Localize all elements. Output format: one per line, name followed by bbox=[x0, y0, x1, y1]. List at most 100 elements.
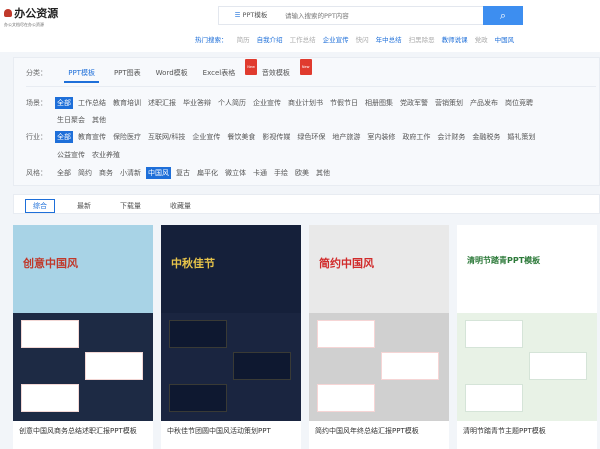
hot-searches: 热门搜索： 简历 自我介绍 工作总结 企业宣传 快闪 年中总结 扫黑除恶 教师说课 党政 中国风 bbox=[195, 34, 521, 44]
filter-option[interactable]: 全部 bbox=[55, 131, 73, 143]
filter-option[interactable]: 影视传媒 bbox=[260, 131, 292, 143]
slide-preview bbox=[465, 320, 523, 348]
filter-option[interactable]: 产品发布 bbox=[468, 97, 500, 109]
filter-option[interactable]: 互联网/科技 bbox=[146, 131, 187, 143]
filter-option[interactable]: 婚礼策划 bbox=[505, 131, 537, 143]
card-title[interactable]: 创意中国风商务总结述职汇报PPT模板 bbox=[13, 421, 153, 441]
hot-search-link[interactable]: 中国风 bbox=[495, 36, 515, 44]
filter-option[interactable]: 营销策划 bbox=[433, 97, 465, 109]
card-thumbnail[interactable]: 创意中国风 bbox=[13, 225, 153, 421]
card-thumbnail[interactable]: 中秋佳节 bbox=[161, 225, 301, 421]
filter-option[interactable]: 小清新 bbox=[118, 167, 143, 179]
category-tab[interactable]: Word模板 bbox=[156, 65, 188, 81]
filter-option[interactable]: 简约 bbox=[76, 167, 94, 179]
filter-option[interactable]: 节假节日 bbox=[328, 97, 360, 109]
hot-search-link[interactable]: 年中总结 bbox=[376, 36, 402, 44]
new-badge: New bbox=[245, 59, 257, 75]
category-tab-label: Excel表格 bbox=[202, 69, 236, 77]
template-card[interactable]: 简约中国风 简约中国风年终总结汇报PPT模板 bbox=[309, 225, 449, 449]
hot-search-link[interactable]: 教师说课 bbox=[442, 36, 468, 44]
hot-search-link[interactable]: 快闪 bbox=[356, 36, 369, 44]
filter-option[interactable]: 生日聚会 bbox=[55, 114, 87, 126]
hot-search-link[interactable]: 简历 bbox=[237, 36, 250, 44]
slide-preview bbox=[317, 320, 375, 348]
logo-title: 办公资源 bbox=[14, 7, 59, 20]
filter-option[interactable]: 述职汇报 bbox=[146, 97, 178, 109]
filter-option[interactable]: 企业宣传 bbox=[251, 97, 283, 109]
style-row: 风格： 全部 简约 商务 小清新 中国风 复古 扁平化 微立体 卡通 手绘 欧美 其他 bbox=[26, 167, 596, 179]
template-card[interactable]: 中秋佳节 中秋佳节团圆中国风活动策划PPT bbox=[161, 225, 301, 449]
sort-option[interactable]: 下载量 bbox=[113, 200, 148, 212]
search-icon: ⌕ bbox=[499, 9, 507, 22]
card-title[interactable]: 清明节踏青节主题PPT模板 bbox=[457, 421, 597, 441]
filter-option[interactable]: 党政军警 bbox=[398, 97, 430, 109]
category-tab-label: PPT图表 bbox=[113, 69, 141, 77]
search-button[interactable]: ⌕ bbox=[483, 6, 523, 25]
filter-option[interactable]: 手绘 bbox=[272, 167, 290, 179]
hot-search-link[interactable]: 自我介绍 bbox=[257, 36, 283, 44]
category-tab[interactable]: PPT图表 bbox=[114, 65, 141, 81]
filter-option[interactable]: 餐饮美食 bbox=[225, 131, 257, 143]
filter-option[interactable]: 微立体 bbox=[223, 167, 248, 179]
scene-row: 场景： 全部 工作总结 教育培训 述职汇报 毕业答辩 个人简历 企业宣传 商业计划书 节假节日 相册… bbox=[26, 97, 596, 109]
category-tab[interactable]: 音效模板 New bbox=[262, 59, 312, 82]
filter-option[interactable]: 相册图集 bbox=[363, 97, 395, 109]
template-card[interactable]: 清明节踏青PPT模板清明节踏青节主题PPT模板 bbox=[457, 225, 597, 449]
card-thumbnail[interactable]: 清明节踏青PPT模板 bbox=[457, 225, 597, 421]
logo[interactable]: 办公资源 办公文档尽在办公资源 bbox=[4, 5, 58, 28]
search-input[interactable] bbox=[285, 7, 455, 24]
filter-option[interactable]: 金融税务 bbox=[470, 131, 502, 143]
filter-option[interactable]: 地产旅游 bbox=[330, 131, 362, 143]
filter-option[interactable]: 保险医疗 bbox=[111, 131, 143, 143]
slide-preview bbox=[169, 384, 227, 412]
filter-option[interactable]: 全部 bbox=[55, 97, 73, 109]
card-title[interactable]: 中秋佳节团圆中国风活动策划PPT bbox=[161, 421, 301, 441]
style-label: 风格： bbox=[26, 169, 47, 177]
category-tab-label: PPT模板 bbox=[68, 69, 95, 77]
filter-option[interactable]: 教育宣传 bbox=[76, 131, 108, 143]
filter-option[interactable]: 室内装修 bbox=[365, 131, 397, 143]
template-card[interactable]: 创意中国风 创意中国风商务总结述职汇报PPT模板 bbox=[13, 225, 153, 449]
sort-option[interactable]: 最新 bbox=[70, 200, 98, 212]
category-tab[interactable]: PPT模板 bbox=[64, 65, 99, 83]
hot-search-link[interactable]: 工作总结 bbox=[290, 36, 316, 44]
filter-option[interactable]: 会计财务 bbox=[435, 131, 467, 143]
hot-label: 热门搜索： bbox=[195, 36, 228, 44]
category-tab[interactable]: Excel表格 New bbox=[202, 59, 257, 82]
filter-option[interactable]: 毕业答辩 bbox=[181, 97, 213, 109]
card-title[interactable]: 简约中国风年终总结汇报PPT模板 bbox=[309, 421, 449, 441]
filter-option[interactable]: 商业计划书 bbox=[286, 97, 325, 109]
hot-search-link[interactable]: 扫黑除恶 bbox=[409, 36, 435, 44]
sort-option[interactable]: 综合 bbox=[25, 199, 55, 213]
slide-preview bbox=[233, 352, 291, 380]
card-thumbnail[interactable]: 简约中国风 bbox=[309, 225, 449, 421]
filter-option[interactable]: 商务 bbox=[97, 167, 115, 179]
filter-option[interactable]: 企业宣传 bbox=[190, 131, 222, 143]
filter-option[interactable]: 卡通 bbox=[251, 167, 269, 179]
filter-option[interactable]: 全部 bbox=[55, 167, 73, 179]
sort-bar: 综合 最新 下载量 收藏量 bbox=[13, 194, 600, 214]
filter-option[interactable]: 工作总结 bbox=[76, 97, 108, 109]
filter-option[interactable]: 复古 bbox=[174, 167, 192, 179]
filter-option[interactable]: 政府工作 bbox=[400, 131, 432, 143]
filter-option[interactable]: 公益宣传 bbox=[55, 149, 87, 161]
filter-option[interactable]: 教育培训 bbox=[111, 97, 143, 109]
filter-option[interactable]: 其他 bbox=[90, 114, 108, 126]
filter-option[interactable]: 农业养殖 bbox=[90, 149, 122, 161]
filter-option[interactable]: 绿色环保 bbox=[295, 131, 327, 143]
sort-option[interactable]: 收藏量 bbox=[163, 200, 198, 212]
industry-row-2: 公益宣传 农业养殖 bbox=[26, 149, 596, 161]
slide-preview bbox=[169, 320, 227, 348]
slide-preview bbox=[317, 384, 375, 412]
filter-option[interactable]: 岗位竞聘 bbox=[503, 97, 535, 109]
hot-search-link[interactable]: 党政 bbox=[475, 36, 488, 44]
hot-search-link[interactable]: 企业宣传 bbox=[323, 36, 349, 44]
filter-option[interactable]: 个人简历 bbox=[216, 97, 248, 109]
filter-option[interactable]: 扁平化 bbox=[195, 167, 220, 179]
slide-preview bbox=[21, 384, 79, 412]
search-category-dropdown[interactable]: ☰ PPT模板 bbox=[219, 7, 283, 24]
filter-option[interactable]: 欧美 bbox=[293, 167, 311, 179]
cover-title: 清明节踏青PPT模板 bbox=[467, 256, 541, 265]
filter-option[interactable]: 其他 bbox=[314, 167, 332, 179]
filter-option[interactable]: 中国风 bbox=[146, 167, 171, 179]
